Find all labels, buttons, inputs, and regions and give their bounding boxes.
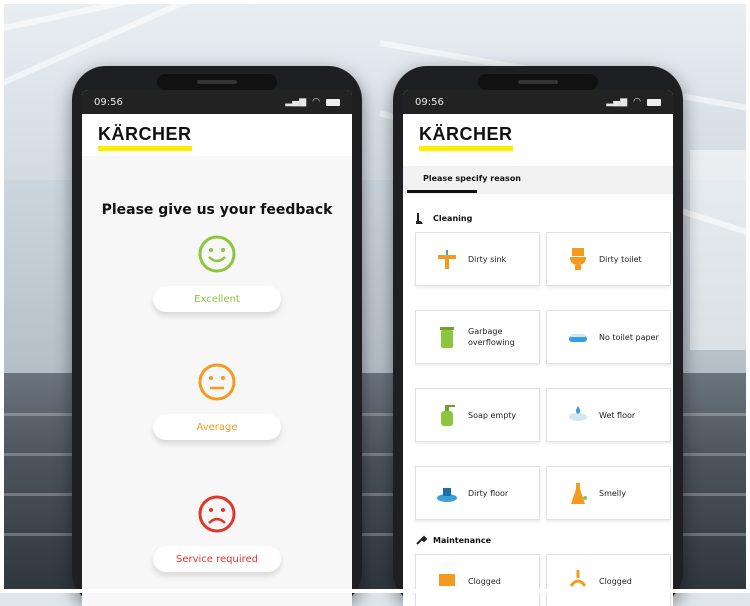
reason-screen: 09:56 ▂▄▆ ◠ KÄRCHER Please specify reaso… [403, 90, 673, 606]
rating-service-required[interactable]: Service required [82, 494, 352, 572]
clogged-toilet-icon [569, 570, 587, 587]
reason-label: Clogged [599, 576, 632, 586]
reason-label: Wet floor [599, 410, 636, 420]
tab-bar: Please specify reason [403, 166, 673, 194]
cleaning-icon [416, 213, 423, 224]
page-title: Please give us your feedback [101, 202, 333, 218]
tab-specify-reason[interactable]: Please specify reason [423, 174, 521, 183]
wifi-icon: ◠ [312, 97, 320, 107]
phone-notch [157, 74, 277, 90]
dirty-floor-icon [437, 488, 457, 502]
reason-label: Dirty floor [468, 488, 509, 498]
average-button[interactable]: Average [153, 414, 281, 440]
phone-notch [478, 74, 598, 90]
section-title: Maintenance [433, 535, 492, 545]
reason-label: Clogged [468, 576, 501, 586]
reason-clogged-sink[interactable]: Clogged [415, 554, 540, 606]
reason-label: Smelly [599, 488, 626, 498]
reason-label: No toilet paper [599, 332, 659, 342]
right-phone: 09:56 ▂▄▆ ◠ KÄRCHER Please specify reaso… [393, 66, 683, 606]
soap-dispenser-icon [441, 405, 455, 426]
reason-dirty-sink[interactable]: Dirty sink [415, 232, 540, 286]
karcher-logo: KÄRCHER [98, 124, 192, 151]
signal-icon: ▂▄▆ [285, 97, 307, 107]
feedback-screen: 09:56 ▂▄▆ ◠ KÄRCHER Please give us your … [82, 90, 352, 606]
reason-wet-floor[interactable]: Wet floor [546, 388, 671, 442]
reason-label: Soap empty [468, 410, 517, 420]
toilet-icon [570, 248, 586, 270]
reason-smelly[interactable]: Smelly [546, 466, 671, 520]
maintenance-grid: Clogged Clogged [403, 554, 673, 606]
status-bar: 09:56 ▂▄▆ ◠ [82, 90, 352, 114]
smile-face-icon [198, 235, 236, 273]
service-required-button[interactable]: Service required [153, 546, 281, 572]
reason-no-toilet-paper[interactable]: No toilet paper [546, 310, 671, 364]
wrench-icon [416, 535, 427, 545]
section-title: Cleaning [433, 213, 473, 223]
reason-clogged-toilet[interactable]: Clogged [546, 554, 671, 606]
header: KÄRCHER [403, 114, 673, 166]
section-maintenance: Maintenance [403, 534, 673, 546]
rating-excellent[interactable]: Excellent [82, 234, 352, 312]
battery-icon [326, 98, 340, 106]
reason-label: Dirty toilet [599, 254, 642, 264]
toilet-paper-icon [569, 334, 587, 342]
reason-label: Garbage overflowing [468, 327, 515, 347]
battery-icon [647, 98, 661, 106]
sink-icon [438, 250, 456, 269]
reason-garbage-overflowing[interactable]: Garbage overflowing [415, 310, 540, 364]
reason-dirty-floor[interactable]: Dirty floor [415, 466, 540, 520]
reason-dirty-toilet[interactable]: Dirty toilet [546, 232, 671, 286]
reason-soap-empty[interactable]: Soap empty [415, 388, 540, 442]
garbage-bin-icon [440, 327, 454, 348]
reason-label: Dirty sink [468, 254, 507, 264]
status-time: 09:56 [415, 96, 444, 108]
tab-indicator [407, 190, 477, 193]
clogged-sink-icon [439, 574, 455, 586]
excellent-button[interactable]: Excellent [153, 286, 281, 312]
section-cleaning: Cleaning [403, 212, 673, 224]
status-time: 09:56 [94, 96, 123, 108]
sad-face-icon [198, 495, 236, 533]
neutral-face-icon [198, 363, 236, 401]
karcher-logo: KÄRCHER [419, 124, 513, 151]
feedback-panel: Please give us your feedback Excellent A… [82, 156, 352, 606]
smell-icon [571, 483, 587, 504]
signal-icon: ▂▄▆ [606, 97, 628, 107]
cleaning-grid: Dirty sink Dirty toilet Garbage overflow… [403, 232, 673, 520]
wifi-icon: ◠ [633, 97, 641, 107]
status-bar: 09:56 ▂▄▆ ◠ [403, 90, 673, 114]
left-phone: 09:56 ▂▄▆ ◠ KÄRCHER Please give us your … [72, 66, 362, 606]
rating-average[interactable]: Average [82, 362, 352, 440]
wet-floor-icon [569, 406, 587, 421]
